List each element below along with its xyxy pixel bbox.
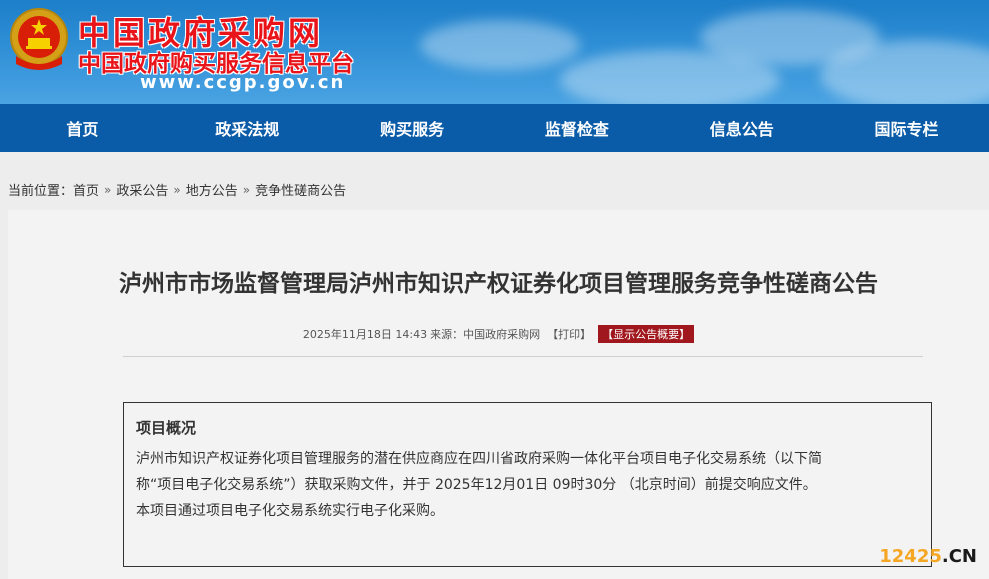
- nav-item-home[interactable]: 首页: [0, 104, 165, 152]
- breadcrumb-item-announcements[interactable]: 政采公告: [116, 180, 168, 199]
- breadcrumb-item-local[interactable]: 地方公告: [186, 180, 238, 199]
- overview-line: 泸州市知识产权证券化项目管理服务的潜在供应商应在四川省政府采购一体化平台项目电子…: [136, 451, 822, 467]
- watermark-number: 12425: [879, 546, 942, 567]
- breadcrumb-separator: »: [104, 182, 112, 197]
- overview-text: 泸州市知识产权证券化项目管理服务的潜在供应商应在四川省政府采购一体化平台项目电子…: [136, 446, 919, 524]
- watermark-logo: 12425.CN: [879, 546, 977, 567]
- divider: [123, 356, 923, 357]
- nav-item-announcements[interactable]: 信息公告: [659, 104, 824, 152]
- article-title: 泸州市市场监督管理局泸州市知识产权证券化项目管理服务竞争性磋商公告: [119, 271, 878, 297]
- breadcrumb-prefix: 当前位置：: [8, 184, 74, 199]
- breadcrumb-item-home[interactable]: 首页: [73, 180, 99, 199]
- article-date: 2025年11月18日 14:43: [302, 328, 428, 341]
- print-link[interactable]: 【打印】: [547, 326, 591, 342]
- site-url: www.ccgp.gov.cn: [140, 72, 346, 93]
- breadcrumb-separator: »: [242, 182, 251, 197]
- main-nav: 首页 政采法规 购买服务 监督检查 信息公告 国际专栏: [0, 104, 989, 152]
- overview-heading: 项目概况: [136, 419, 197, 437]
- site-header: 中国政府采购网 中国政府购买服务信息平台 www.ccgp.gov.cn: [0, 0, 989, 104]
- overview-line: 称“项目电子化交易系统”）获取采购文件，并于 2025年12月01日 09时30…: [136, 477, 817, 493]
- national-emblem-icon: [10, 8, 68, 70]
- overview-line: 本项目通过项目电子化交易系统实行电子化采购。: [136, 503, 444, 519]
- article-meta: 2025年11月18日 14:43 来源：中国政府采购网 【打印】 【显示公告概…: [8, 325, 989, 343]
- article-card: 泸州市市场监督管理局泸州市知识产权证券化项目管理服务竞争性磋商公告 2025年1…: [8, 210, 989, 579]
- nav-item-supervision[interactable]: 监督检查: [494, 104, 659, 152]
- breadcrumb-separator: »: [173, 182, 181, 197]
- breadcrumb: 当前位置： 首页 » 政采公告 » 地方公告 » 竞争性磋商公告: [8, 180, 346, 200]
- nav-item-services[interactable]: 购买服务: [330, 104, 495, 152]
- article-source: 来源：中国政府采购网: [430, 328, 541, 341]
- breadcrumb-item-consultation[interactable]: 竞争性磋商公告: [255, 180, 346, 199]
- project-overview-box: 项目概况 泸州市知识产权证券化项目管理服务的潜在供应商应在四川省政府采购一体化平…: [123, 402, 932, 567]
- nav-item-regulations[interactable]: 政采法规: [165, 104, 330, 152]
- nav-item-international[interactable]: 国际专栏: [824, 104, 989, 152]
- watermark-suffix: .CN: [941, 546, 977, 567]
- show-summary-button[interactable]: 【显示公告概要】: [598, 325, 695, 343]
